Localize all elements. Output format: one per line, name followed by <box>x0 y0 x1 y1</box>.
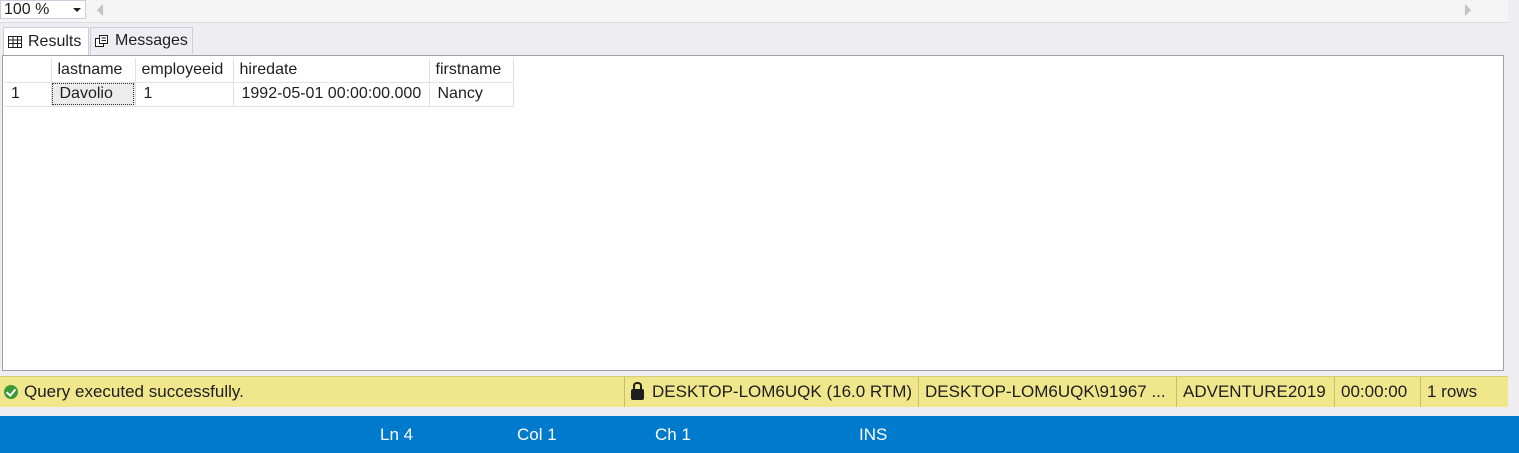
lock-icon <box>631 381 644 400</box>
status-message: Query executed successfully. <box>24 382 244 401</box>
column-header-firstname[interactable]: firstname <box>429 58 514 83</box>
results-toolbar: 100 % <box>0 0 1508 23</box>
horizontal-scrollbar[interactable] <box>89 0 1475 19</box>
cell-firstname[interactable]: Nancy <box>429 82 514 107</box>
chevron-down-icon[interactable] <box>73 8 81 12</box>
cell-lastname[interactable]: Davolio <box>51 82 136 107</box>
elapsed-time: 00:00:00 <box>1341 382 1408 401</box>
status-rows: 1 rows <box>1420 377 1508 407</box>
database-name: ADVENTURE2019 <box>1183 382 1326 401</box>
editor-right-edge <box>1508 0 1519 416</box>
cell-employeeid[interactable]: 1 <box>135 82 234 107</box>
status-server: DESKTOP-LOM6UQK (16.0 RTM) <box>624 377 918 407</box>
editor-status-bar: Ln 4 Col 1 Ch 1 INS <box>0 416 1519 453</box>
results-grid-panel: lastname employeeid hiredate firstname 1… <box>2 55 1504 371</box>
row-header-corner[interactable] <box>5 58 52 83</box>
results-tabs: Results Messages <box>0 27 1508 55</box>
tab-messages-label: Messages <box>115 32 188 49</box>
tab-messages[interactable]: Messages <box>90 27 193 54</box>
status-user: DESKTOP-LOM6UQK\91967 ... <box>918 377 1176 407</box>
status-message-area: Query executed successfully. <box>4 377 244 407</box>
grid-header-row: lastname employeeid hiredate firstname <box>5 58 514 83</box>
messages-icon <box>95 35 108 47</box>
column-header-lastname[interactable]: lastname <box>51 58 136 83</box>
column-header-employeeid[interactable]: employeeid <box>135 58 234 83</box>
success-check-icon <box>4 385 18 399</box>
scroll-right-icon[interactable] <box>1465 4 1471 16</box>
table-row: 1 Davolio 1 1992-05-01 00:00:00.000 Nanc… <box>5 82 514 107</box>
scroll-left-icon[interactable] <box>97 4 103 16</box>
query-status-bar: Query executed successfully. DESKTOP-LOM… <box>0 376 1508 407</box>
tab-results[interactable]: Results <box>3 27 89 55</box>
column-header-hiredate[interactable]: hiredate <box>233 58 430 83</box>
zoom-value: 100 % <box>4 1 50 18</box>
status-database: ADVENTURE2019 <box>1176 377 1334 407</box>
tab-results-label: Results <box>28 32 82 50</box>
status-elapsed: 00:00:00 <box>1334 377 1420 407</box>
line-indicator[interactable]: Ln 4 <box>380 425 413 445</box>
cell-hiredate[interactable]: 1992-05-01 00:00:00.000 <box>233 82 430 107</box>
char-indicator[interactable]: Ch 1 <box>655 425 691 445</box>
insert-mode-indicator[interactable]: INS <box>859 425 887 445</box>
user-name: DESKTOP-LOM6UQK\91967 ... <box>925 382 1166 401</box>
row-count: 1 rows <box>1427 382 1478 401</box>
zoom-dropdown[interactable]: 100 % <box>0 0 86 19</box>
column-indicator[interactable]: Col 1 <box>517 425 557 445</box>
row-number[interactable]: 1 <box>5 82 52 107</box>
grid-icon <box>8 35 22 48</box>
server-name: DESKTOP-LOM6UQK (16.0 RTM) <box>652 382 913 401</box>
results-grid: lastname employeeid hiredate firstname 1… <box>5 58 514 107</box>
